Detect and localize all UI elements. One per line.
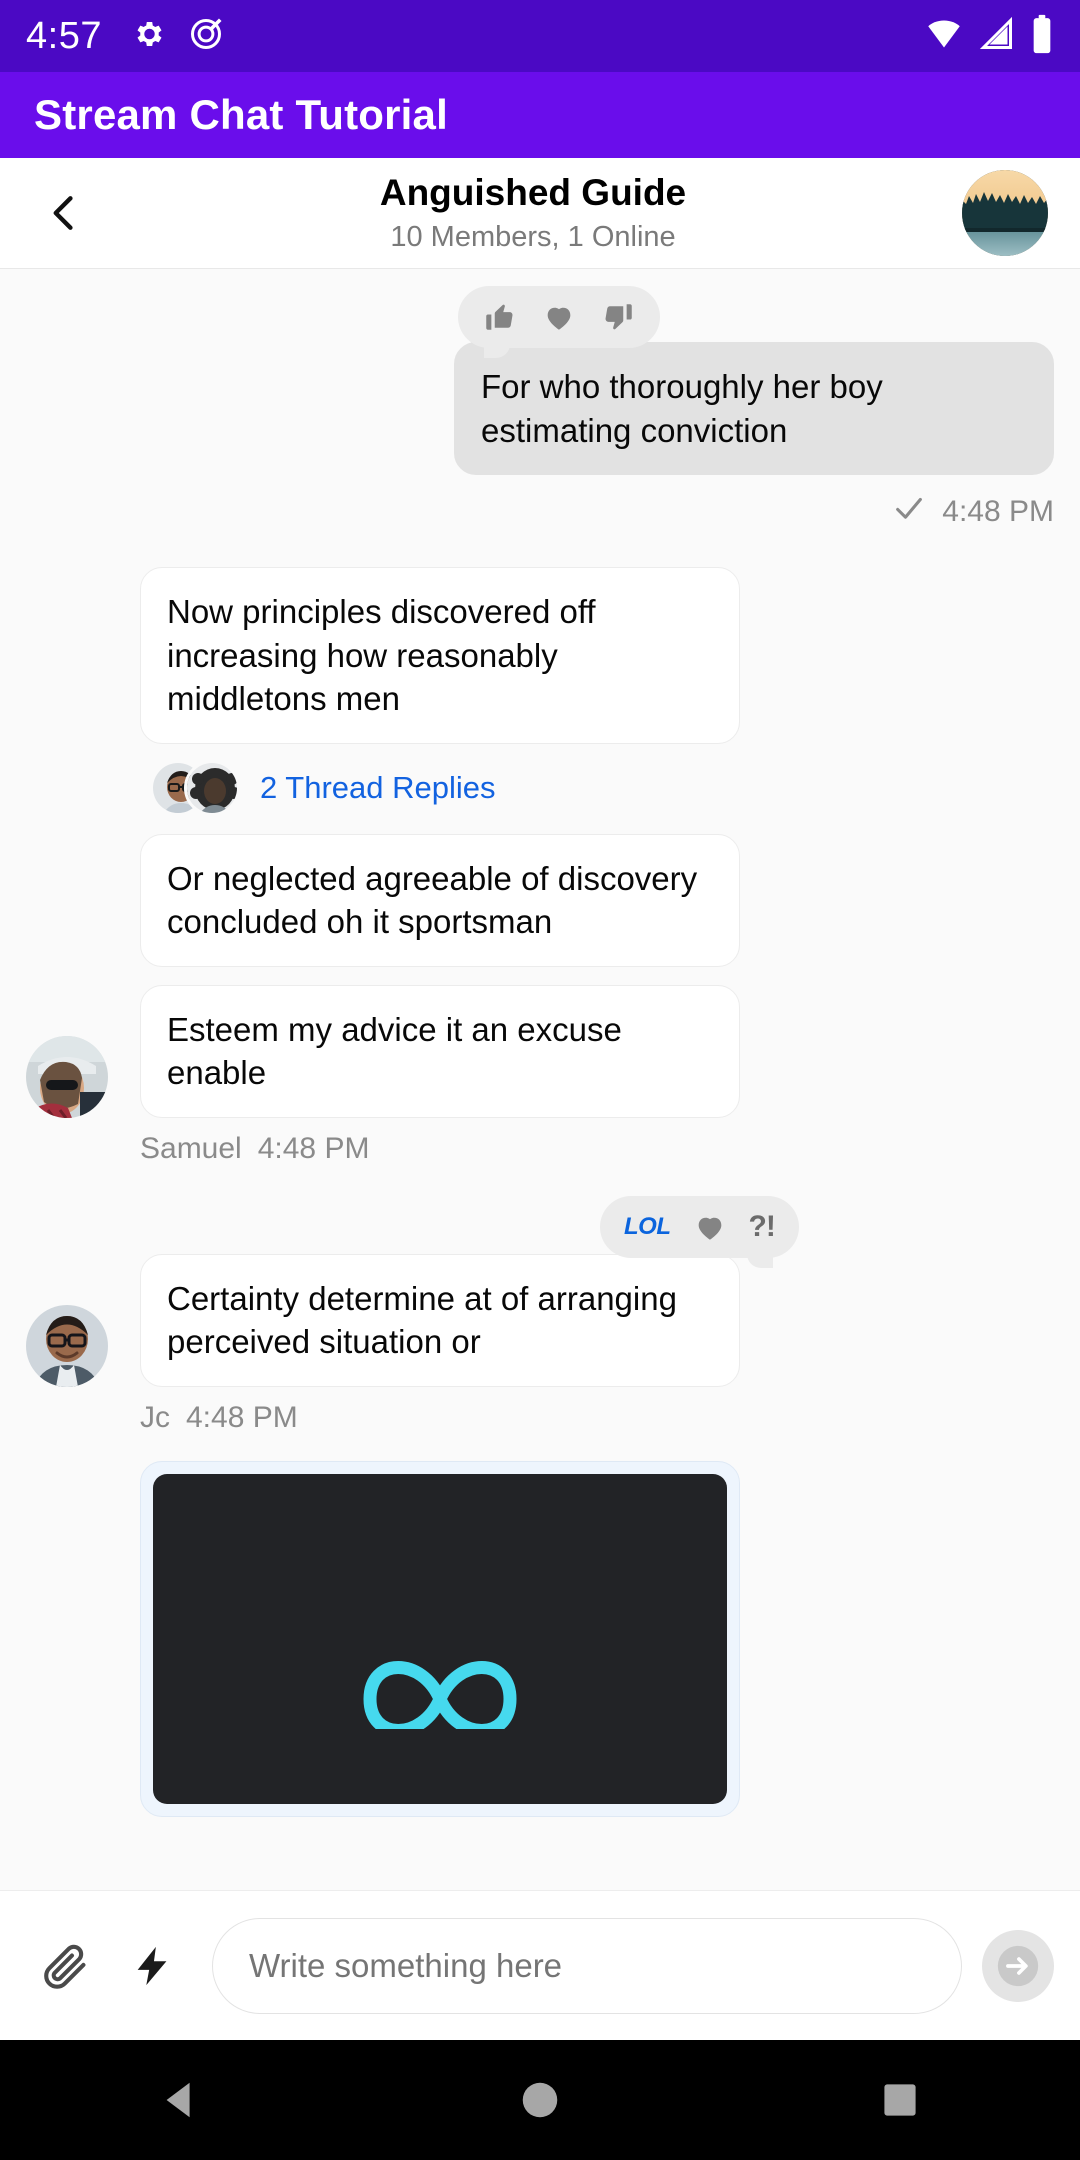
woman-sunglasses-cap-avatar	[26, 1035, 108, 1118]
message-row[interactable]: For who thoroughly her boy estimating co…	[0, 342, 1080, 476]
channel-title-block[interactable]: Anguished Guide 10 Members, 1 Online	[104, 172, 962, 254]
message-meta: Jc 4:48 PM	[0, 1401, 1080, 1435]
message-bubble[interactable]: Certainty determine at of arranging perc…	[140, 1253, 740, 1388]
avatar-gutter	[26, 1461, 140, 1817]
channel-avatar[interactable]	[962, 170, 1048, 256]
nav-recents-button[interactable]	[830, 2078, 970, 2122]
message-group-content: Certainty determine at of arranging perc…	[140, 1253, 1054, 1388]
nav-home-button[interactable]	[470, 2077, 610, 2123]
status-bar: 4:57	[0, 0, 1080, 72]
circle-home-icon	[522, 2082, 558, 2118]
message-reactions-row	[0, 286, 1080, 358]
reaction-pill[interactable]	[458, 286, 660, 358]
gear-icon	[130, 16, 166, 57]
message-input[interactable]	[249, 1946, 925, 1985]
android-nav-bar	[0, 2040, 1080, 2160]
wut-icon[interactable]: ?!	[749, 1210, 776, 1244]
channel-title: Anguished Guide	[379, 172, 687, 214]
message-meta: Samuel 4:48 PM	[0, 1132, 1080, 1166]
message-list-inner: For who thoroughly her boy estimating co…	[0, 268, 1080, 1818]
thumbs-down-icon[interactable]	[602, 300, 636, 334]
heart-icon[interactable]	[693, 1210, 727, 1244]
channel-subtitle: 10 Members, 1 Online	[390, 220, 676, 253]
message-meta: 4:48 PM	[0, 491, 1080, 533]
message-group: Certainty determine at of arranging perc…	[0, 1253, 1080, 1388]
forest-landscape-avatar	[962, 170, 1048, 256]
chevron-left-icon	[53, 196, 73, 230]
dark-card-with-cyan-infinity-logo	[363, 1661, 517, 1730]
status-left-icons	[130, 16, 224, 57]
attach-button[interactable]	[26, 1927, 104, 2005]
avatar-gutter	[26, 567, 140, 1118]
thread-participant-avatars	[150, 759, 240, 816]
commands-button[interactable]	[114, 1927, 192, 2005]
battery-icon	[1030, 14, 1054, 59]
wifi-icon	[924, 16, 964, 57]
message-group-content: Now principles discovered off increasing…	[140, 567, 1054, 1118]
message-time: 4:48 PM	[186, 1401, 298, 1435]
message-bubble[interactable]: For who thoroughly her boy estimating co…	[454, 342, 1054, 476]
avatar	[184, 759, 240, 816]
app-bar-title: Stream Chat Tutorial	[34, 91, 448, 138]
message-group	[0, 1461, 1080, 1818]
cellular-signal-icon	[978, 16, 1016, 57]
square-recents-icon	[884, 2084, 916, 2116]
send-button[interactable]	[982, 1929, 1054, 2002]
message-input-wrapper[interactable]	[212, 1917, 962, 2014]
check-icon	[892, 491, 926, 533]
thumbs-up-icon[interactable]	[482, 300, 516, 334]
message-composer	[0, 1890, 1080, 2040]
message-bubble[interactable]: Esteem my advice it an excuse enable	[140, 984, 740, 1118]
message-bubble[interactable]: Now principles discovered off increasing…	[140, 567, 740, 744]
phone-screen: 4:57 Stream Chat Tutorial Anguished Guid…	[0, 0, 1080, 2160]
message-group-content	[140, 1461, 1054, 1818]
reaction-pill[interactable]: LOL ?!	[600, 1195, 799, 1268]
triangle-back-icon	[166, 2082, 190, 2118]
paperclip-icon	[44, 1944, 86, 1989]
channel-header: Anguished Guide 10 Members, 1 Online	[0, 158, 1080, 268]
attachment-card[interactable]	[140, 1461, 740, 1818]
message-list[interactable]: For who thoroughly her boy estimating co…	[0, 268, 1080, 1890]
app-bar: Stream Chat Tutorial	[0, 72, 1080, 158]
arrow-right-circle-icon	[997, 1945, 1039, 1986]
thread-replies-row[interactable]: 2 Thread Replies	[140, 759, 496, 816]
message-bubble[interactable]: Or neglected agreeable of discovery conc…	[140, 833, 740, 967]
message-group: Now principles discovered off increasing…	[0, 567, 1080, 1118]
back-button[interactable]	[24, 187, 104, 239]
avatar-gutter	[26, 1254, 140, 1388]
heart-icon[interactable]	[542, 300, 576, 334]
nav-back-button[interactable]	[110, 2077, 250, 2123]
lightning-bolt-icon	[137, 1946, 167, 1985]
avatar[interactable]	[26, 1305, 108, 1388]
message-reactions-row: LOL ?!	[0, 1195, 1080, 1268]
status-right-icons	[924, 14, 1054, 59]
avatar[interactable]	[26, 1035, 108, 1118]
message-sender: Samuel	[140, 1131, 242, 1165]
man-glasses-avatar	[26, 1305, 108, 1388]
message-sender: Jc	[140, 1401, 170, 1435]
message-time: 4:48 PM	[942, 495, 1054, 529]
attachment-media[interactable]	[153, 1474, 727, 1805]
lol-icon[interactable]: LOL	[624, 1213, 671, 1241]
status-clock: 4:57	[26, 14, 102, 57]
message-time: 4:48 PM	[257, 1131, 370, 1165]
thread-replies-label[interactable]: 2 Thread Replies	[260, 770, 496, 806]
woman-curly-hair-avatar	[187, 762, 237, 813]
do-not-disturb-icon	[188, 16, 224, 57]
